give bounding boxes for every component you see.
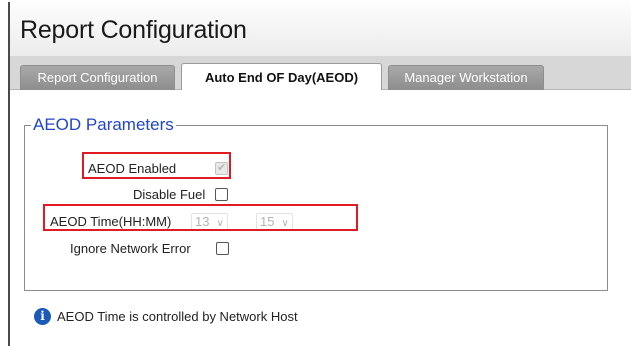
tab-content: AEOD Parameters AEOD Enabled ✔ Disable F… xyxy=(10,90,631,346)
hour-value: 13 xyxy=(195,214,210,229)
page-title: Report Configuration xyxy=(20,16,247,44)
chevron-down-icon: ∨ xyxy=(281,218,289,229)
minute-select[interactable]: 15 ∨ xyxy=(256,213,293,231)
tab-manager-workstation[interactable]: Manager Workstation xyxy=(388,65,544,90)
fieldset-legend: AEOD Parameters xyxy=(31,115,176,135)
report-configuration-window: Report Configuration Report Configuratio… xyxy=(8,2,631,346)
info-icon: i xyxy=(34,308,51,325)
tab-bar: Report Configuration Auto End OF Day(AEO… xyxy=(10,56,631,91)
minute-value: 15 xyxy=(260,214,275,229)
checkmark-icon: ✔ xyxy=(217,162,227,174)
disable-fuel-label: Disable Fuel xyxy=(133,187,206,202)
title-bar: Report Configuration xyxy=(10,2,631,56)
tab-auto-end-of-day[interactable]: Auto End OF Day(AEOD) xyxy=(181,63,382,91)
info-text: AEOD Time is controlled by Network Host xyxy=(57,309,298,324)
aeod-parameters-fieldset: AEOD Parameters AEOD Enabled ✔ Disable F… xyxy=(24,115,608,291)
ignore-network-error-label: Ignore Network Error xyxy=(70,241,191,256)
disable-fuel-checkbox[interactable] xyxy=(215,188,228,201)
ignore-network-error-checkbox[interactable] xyxy=(216,242,229,255)
hour-select[interactable]: 13 ∨ xyxy=(191,213,228,231)
chevron-down-icon: ∨ xyxy=(216,218,224,229)
aeod-enabled-checkbox[interactable]: ✔ xyxy=(215,162,228,175)
aeod-time-label: AEOD Time(HH:MM) xyxy=(50,214,172,229)
tab-report-configuration[interactable]: Report Configuration xyxy=(20,65,175,90)
aeod-enabled-label: AEOD Enabled xyxy=(88,161,177,176)
